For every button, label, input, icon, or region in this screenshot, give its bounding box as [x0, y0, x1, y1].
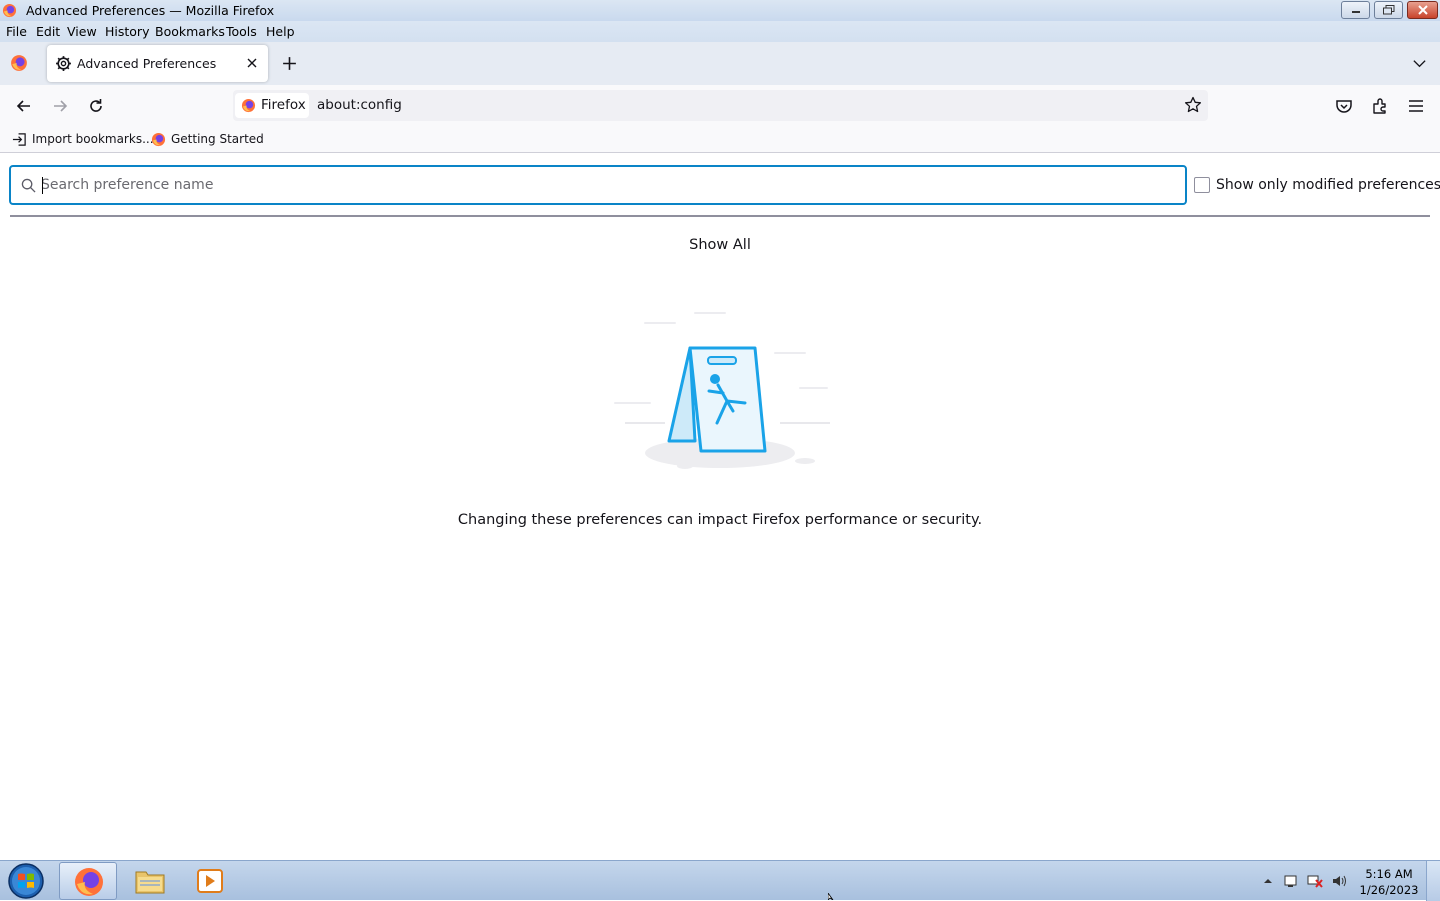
warning-message: Changing these preferences can impact Fi…: [457, 512, 983, 528]
menu-history[interactable]: History: [105, 24, 149, 39]
window-title: Advanced Preferences — Mozilla Firefox: [26, 3, 275, 18]
taskbar-file-explorer[interactable]: [121, 862, 179, 900]
bookmarks-toolbar: Import bookmarks... Getting Started: [0, 126, 1440, 153]
search-input[interactable]: [41, 173, 1171, 197]
navigation-toolbar: Firefox about:config: [0, 85, 1440, 126]
firefox-window: Advanced Preferences — Mozilla Firefox F…: [0, 0, 1440, 860]
title-bar: Advanced Preferences — Mozilla Firefox: [0, 0, 1440, 21]
gear-icon: [56, 56, 71, 71]
start-button-icon[interactable]: [6, 862, 46, 900]
taskbar-firefox[interactable]: [59, 862, 117, 900]
extensions-icon[interactable]: [1370, 96, 1390, 116]
restore-icon: [1382, 5, 1394, 15]
menu-edit[interactable]: Edit: [36, 24, 60, 39]
bookmark-star-icon[interactable]: [1184, 96, 1202, 114]
taskbar: 5:16 AM 1/26/2023: [0, 860, 1440, 901]
hamburger-menu-icon[interactable]: [1406, 96, 1426, 116]
menu-help[interactable]: Help: [266, 24, 295, 39]
identity-box[interactable]: Firefox: [235, 93, 309, 118]
bookmark-import[interactable]: Import bookmarks...: [32, 132, 154, 146]
volume-icon[interactable]: [1331, 874, 1347, 888]
search-icon: [21, 178, 36, 193]
network-disconnected-icon[interactable]: [1307, 874, 1323, 888]
import-icon: [12, 133, 26, 146]
identity-label: Firefox: [261, 97, 306, 113]
show-all-label[interactable]: Show All: [689, 237, 751, 253]
folder-icon: [135, 871, 165, 894]
firefox-icon: [241, 98, 256, 113]
firefox-icon: [75, 868, 103, 896]
menu-tools[interactable]: Tools: [226, 24, 257, 39]
caution-sign-illustration: [614, 312, 830, 469]
list-all-tabs-icon[interactable]: [1411, 56, 1428, 71]
clock-date: 1/26/2023: [1359, 883, 1419, 897]
close-window-button[interactable]: [1407, 1, 1438, 19]
menu-bookmarks[interactable]: Bookmarks: [155, 24, 225, 39]
back-icon[interactable]: [14, 96, 34, 116]
system-clock[interactable]: 5:16 AM 1/26/2023: [1354, 866, 1424, 898]
search-box[interactable]: [9, 165, 1187, 205]
divider: [10, 215, 1430, 217]
minimize-button[interactable]: [1341, 1, 1370, 19]
url-bar[interactable]: Firefox about:config: [233, 90, 1208, 121]
forward-icon[interactable]: [50, 96, 70, 116]
tab-label: Advanced Preferences: [77, 56, 217, 71]
close-tab-icon[interactable]: [244, 55, 260, 71]
show-all-button[interactable]: Show All: [0, 237, 1440, 253]
firefox-view-icon[interactable]: [10, 54, 28, 72]
clock-time: 5:16 AM: [1365, 867, 1413, 881]
menu-bar: File Edit View History Bookmarks Tools H…: [0, 21, 1440, 42]
show-modified-checkbox[interactable]: [1194, 177, 1210, 193]
firefox-icon: [2, 3, 17, 18]
show-desktop-button[interactable]: [1426, 861, 1440, 901]
bookmark-getting-started[interactable]: Getting Started: [171, 132, 264, 146]
taskbar-media-player[interactable]: [181, 862, 239, 900]
tab-advanced-preferences[interactable]: Advanced Preferences: [47, 45, 268, 82]
reload-icon[interactable]: [86, 96, 106, 116]
close-icon: [1417, 5, 1428, 15]
show-hidden-icons-icon[interactable]: [1260, 874, 1276, 888]
action-center-icon[interactable]: [1283, 874, 1299, 888]
firefox-icon: [151, 132, 166, 147]
minimize-icon: [1351, 11, 1360, 13]
menu-view[interactable]: View: [67, 24, 97, 39]
tab-strip: Advanced Preferences: [0, 42, 1440, 85]
text-caret: [42, 177, 43, 194]
restore-button[interactable]: [1374, 1, 1403, 19]
media-player-icon: [197, 869, 223, 893]
url-text[interactable]: about:config: [317, 97, 402, 113]
pocket-icon[interactable]: [1334, 96, 1354, 116]
mouse-cursor-icon: [828, 893, 834, 900]
new-tab-icon[interactable]: [281, 55, 298, 72]
show-modified-label[interactable]: Show only modified preferences: [1216, 177, 1440, 193]
menu-file[interactable]: File: [6, 24, 27, 39]
